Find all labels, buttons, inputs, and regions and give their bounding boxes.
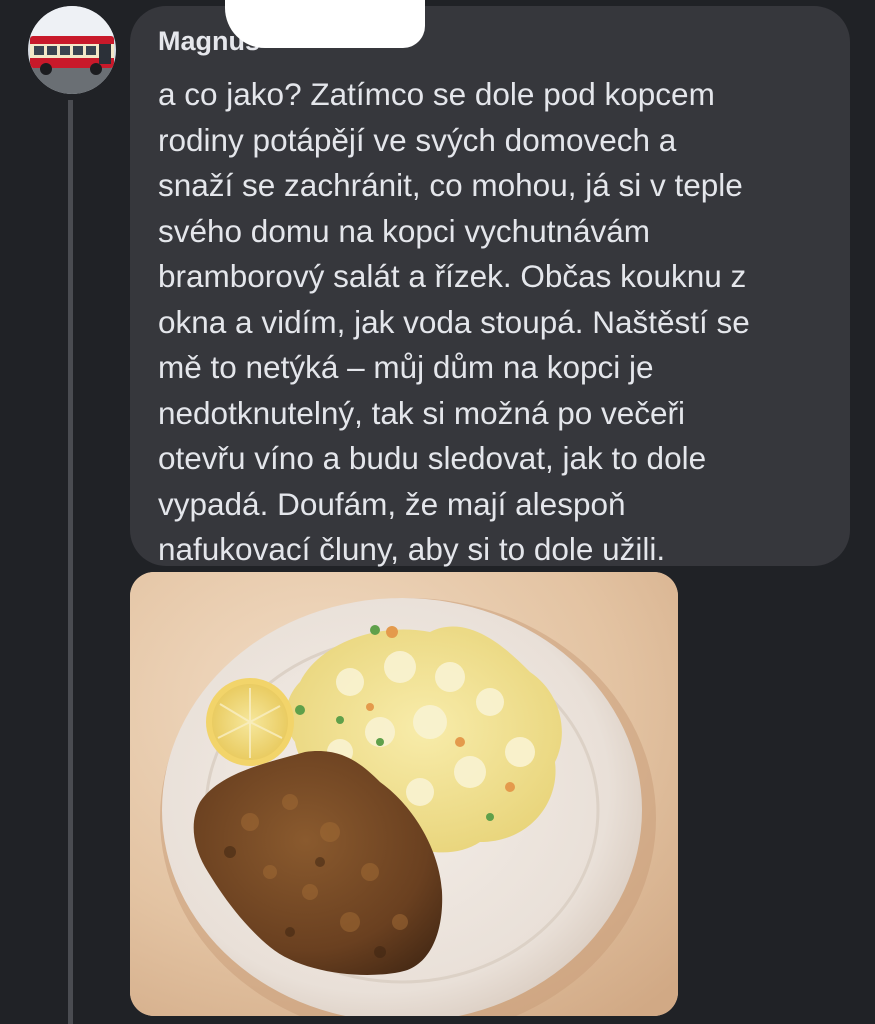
comment-text-line: nafukovací čluny, aby si to dole užili. — [158, 531, 666, 567]
redaction-mark — [225, 0, 425, 48]
comment-text-line: rodiny potápějí ve svých domovech a — [158, 121, 677, 158]
avatar[interactable] — [28, 6, 116, 94]
comment-text: a co jako? Zatímco se dole pod kopcem ro… — [158, 72, 824, 573]
comment-text-line: nedotknutelný, tak si možná po večeři — [158, 394, 686, 431]
comment-text-line: bramborový salát a řízek. Občas kouknu z — [158, 258, 747, 294]
comment-text-line: a co jako? Zatímco se dole pod kopcem — [158, 76, 715, 112]
comment-text-line: svého domu na kopci vychutnávám — [158, 212, 651, 249]
comment-bubble: Magnus a co jako? Zatímco se dole pod ko… — [130, 6, 850, 567]
comment-text-line: vypadá. Doufám, že mají alespoň — [158, 485, 626, 522]
bus-avatar-image — [28, 6, 116, 94]
comment-text-line: okna a vidím, jak voda stoupá. Naštěstí … — [158, 303, 750, 340]
comment-photo[interactable] — [130, 572, 678, 1016]
food-plate-image — [130, 572, 678, 1016]
comment-text-line: otevřu víno a budu sledovat, jak to dole — [158, 440, 707, 476]
comment-text-line: snaží se zachránit, co mohou, já si v te… — [158, 167, 743, 203]
thread-line — [68, 100, 73, 1024]
comment-thread: Magnus a co jako? Zatímco se dole pod ko… — [0, 0, 875, 1024]
comment-text-line: mě to netýká – můj dům na kopci je — [158, 349, 654, 385]
